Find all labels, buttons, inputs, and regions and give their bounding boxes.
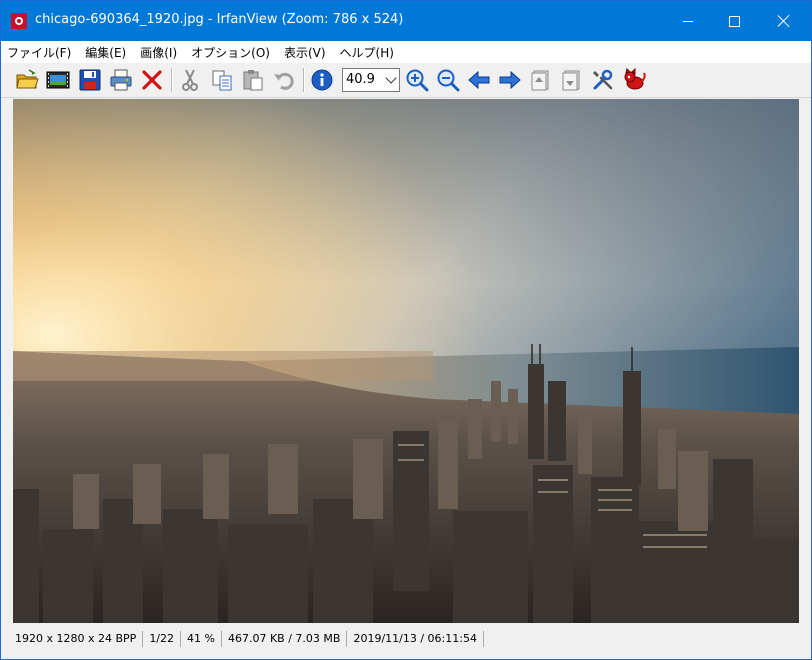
save-button[interactable]: [78, 68, 102, 92]
zoom-out-button[interactable]: [436, 68, 460, 92]
open-folder-icon: [16, 69, 39, 89]
zoom-out-icon: [437, 69, 460, 92]
next-arrow-icon: [499, 70, 521, 90]
paste-icon: [243, 70, 263, 91]
settings-tools-icon: [593, 69, 613, 90]
cut-icon: [182, 69, 198, 91]
irfanview-app-icon[interactable]: [11, 13, 27, 29]
minimize-button[interactable]: [665, 1, 711, 41]
menu-image[interactable]: 画像(I): [133, 44, 184, 61]
maximize-button[interactable]: [711, 1, 757, 41]
zoom-value: 40.9: [346, 72, 375, 87]
menu-options[interactable]: オプション(O): [184, 44, 277, 61]
delete-icon: [142, 70, 162, 90]
menu-edit[interactable]: 編集(E): [78, 44, 133, 61]
status-bar: 1920 x 1280 x 24 BPP 1/22 41 % 467.07 KB…: [1, 627, 811, 651]
status-dimensions: 1920 x 1280 x 24 BPP: [1, 631, 144, 647]
status-zoom: 41 %: [181, 631, 222, 647]
open-button[interactable]: [15, 68, 39, 92]
settings-button[interactable]: [591, 68, 615, 92]
cut-button[interactable]: [178, 68, 202, 92]
previous-image-button[interactable]: [467, 68, 491, 92]
undo-icon: [274, 72, 294, 90]
zoom-in-button[interactable]: [405, 68, 429, 92]
first-page-icon: [531, 70, 549, 91]
chevron-down-icon[interactable]: [385, 72, 397, 84]
info-icon: [311, 69, 333, 91]
zoom-combobox[interactable]: 40.9: [342, 68, 400, 92]
info-button[interactable]: [310, 68, 334, 92]
last-page-icon: [562, 70, 580, 91]
menu-view[interactable]: 表示(V): [277, 44, 333, 61]
copy-button[interactable]: [210, 68, 234, 92]
last-page-button[interactable]: [560, 68, 584, 92]
maximize-icon: [728, 15, 740, 27]
window-title: chicago-690364_1920.jpg - IrfanView (Zoo…: [35, 12, 404, 27]
toolbar: 40.9: [1, 63, 811, 98]
previous-arrow-icon: [468, 70, 490, 90]
paste-button[interactable]: [241, 68, 265, 92]
menu-help[interactable]: ヘルプ(H): [333, 44, 401, 61]
copy-icon: [212, 70, 232, 91]
close-button[interactable]: [757, 1, 811, 41]
toolbar-separator: [171, 68, 173, 92]
print-button[interactable]: [109, 68, 133, 92]
image-viewport[interactable]: [13, 99, 799, 623]
close-icon: [777, 14, 791, 28]
save-icon: [79, 69, 101, 91]
irfanview-cat-icon: [624, 67, 646, 90]
chicago-skyline-photo: [13, 99, 799, 623]
next-image-button[interactable]: [498, 68, 522, 92]
slideshow-button[interactable]: [46, 68, 70, 92]
title-bar[interactable]: chicago-690364_1920.jpg - IrfanView (Zoo…: [1, 1, 811, 41]
status-file-size: 467.07 KB / 7.03 MB: [222, 631, 348, 647]
menu-file[interactable]: ファイル(F): [1, 44, 78, 61]
first-page-button[interactable]: [529, 68, 553, 92]
menu-bar: ファイル(F) 編集(E) 画像(I) オプション(O) 表示(V) ヘルプ(H…: [1, 41, 811, 63]
irfanview-window: chicago-690364_1920.jpg - IrfanView (Zoo…: [0, 0, 812, 660]
delete-button[interactable]: [140, 68, 164, 92]
zoom-in-icon: [406, 69, 429, 92]
about-irfanview-button[interactable]: [622, 67, 646, 92]
undo-button[interactable]: [272, 68, 296, 92]
status-image-index: 1/22: [143, 631, 182, 647]
minimize-icon: [683, 20, 693, 22]
print-icon: [110, 69, 132, 91]
toolbar-separator: [303, 68, 305, 92]
slideshow-icon: [46, 71, 70, 89]
status-datetime: 2019/11/13 / 06:11:54: [347, 631, 484, 647]
